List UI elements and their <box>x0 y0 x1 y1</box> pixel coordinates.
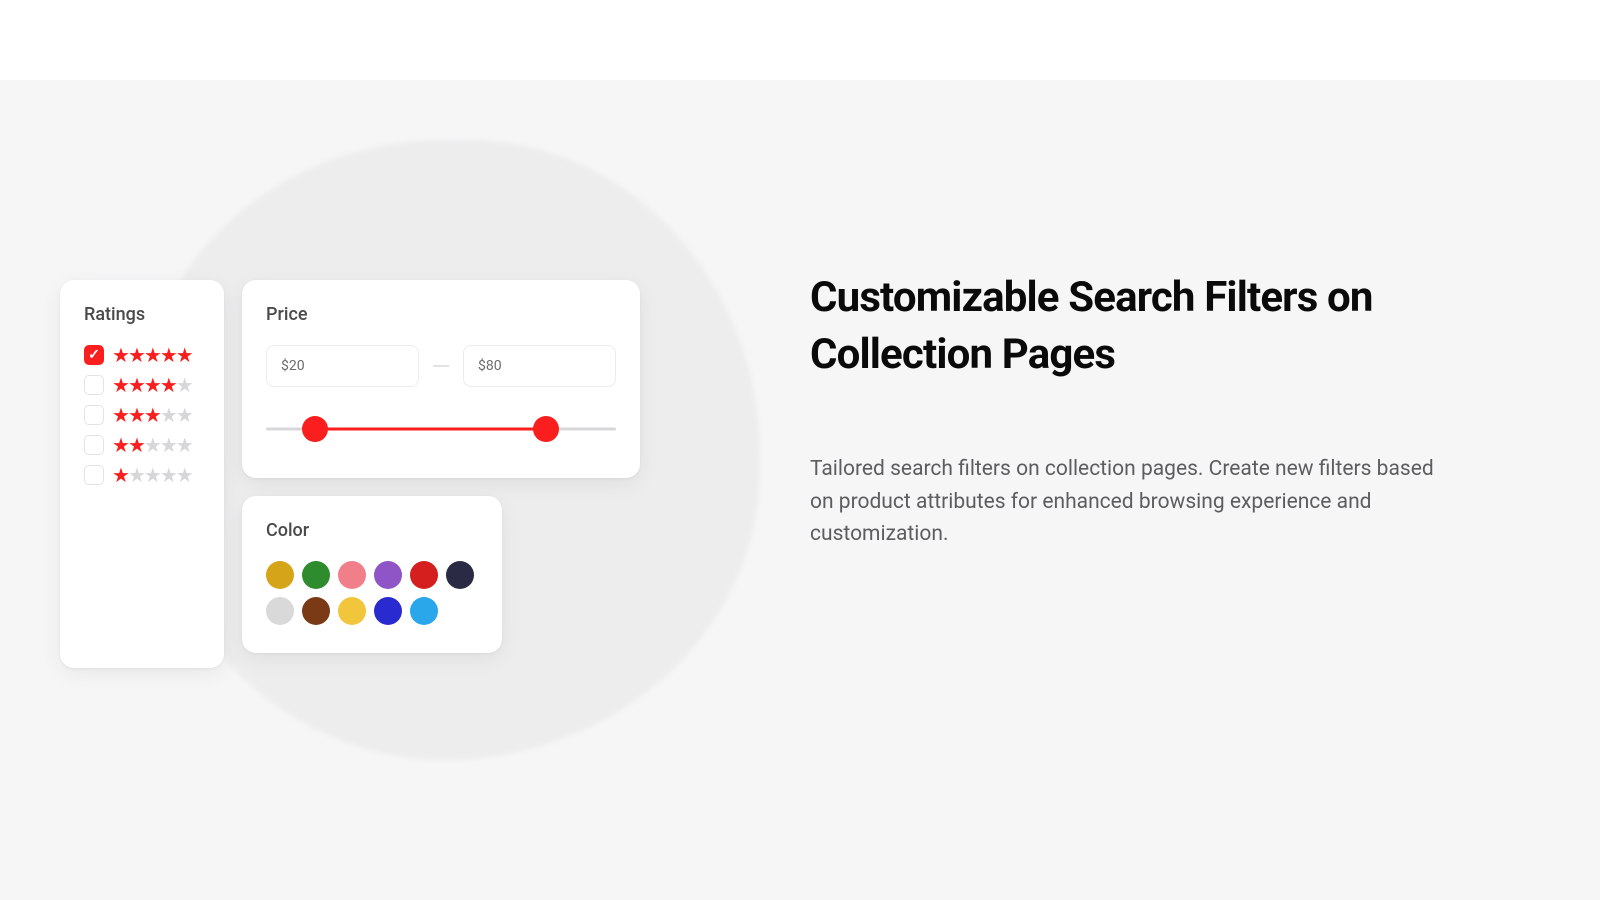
rating-checkbox[interactable] <box>84 405 104 425</box>
price-inputs: $20 $80 <box>266 345 616 387</box>
color-swatch[interactable] <box>338 597 366 625</box>
rating-row-5-star[interactable]: ★★★★★ <box>84 345 200 365</box>
rating-stars: ★★★★★ <box>112 345 192 365</box>
rating-stars: ★★★★★ <box>112 375 192 395</box>
price-max-input[interactable]: $80 <box>463 345 616 387</box>
star-icon: ★ <box>176 405 194 425</box>
rating-row-1-star[interactable]: ★★★★★ <box>84 465 200 485</box>
rating-checkbox[interactable] <box>84 465 104 485</box>
rating-row-3-star[interactable]: ★★★★★ <box>84 405 200 425</box>
rating-stars: ★★★★★ <box>112 435 192 455</box>
star-icon: ★ <box>176 465 194 485</box>
color-swatch[interactable] <box>374 561 402 589</box>
color-swatch[interactable] <box>302 561 330 589</box>
color-swatch[interactable] <box>374 597 402 625</box>
color-swatch[interactable] <box>446 561 474 589</box>
slider-fill <box>315 428 546 431</box>
color-filter-card: Color <box>242 496 502 653</box>
color-swatch[interactable] <box>266 597 294 625</box>
rating-stars: ★★★★★ <box>112 405 192 425</box>
price-filter-card: Price $20 $80 <box>242 280 640 478</box>
color-swatch[interactable] <box>338 561 366 589</box>
rating-checkbox[interactable] <box>84 345 104 365</box>
rating-stars: ★★★★★ <box>112 465 192 485</box>
top-whitespace <box>0 0 1600 80</box>
price-range-dash <box>433 365 449 367</box>
price-min-input[interactable]: $20 <box>266 345 419 387</box>
color-swatch[interactable] <box>410 561 438 589</box>
color-swatch[interactable] <box>302 597 330 625</box>
star-icon: ★ <box>176 375 194 395</box>
slider-handle-min[interactable] <box>302 416 328 442</box>
rating-row-2-star[interactable]: ★★★★★ <box>84 435 200 455</box>
color-swatch[interactable] <box>410 597 438 625</box>
marketing-copy: Customizable Search Filters on Collectio… <box>810 270 1450 551</box>
color-swatch[interactable] <box>266 561 294 589</box>
star-icon: ★ <box>176 435 194 455</box>
price-slider[interactable] <box>266 417 616 441</box>
rating-checkbox[interactable] <box>84 435 104 455</box>
ratings-filter-card: Ratings ★★★★★★★★★★★★★★★★★★★★★★★★★ <box>60 280 224 668</box>
price-title: Price <box>266 304 616 325</box>
star-icon: ★ <box>176 345 194 365</box>
slider-handle-max[interactable] <box>533 416 559 442</box>
color-title: Color <box>266 520 478 541</box>
headline: Customizable Search Filters on Collectio… <box>810 270 1450 383</box>
rating-checkbox[interactable] <box>84 375 104 395</box>
ratings-title: Ratings <box>84 304 200 325</box>
color-swatches <box>266 561 476 625</box>
rating-row-4-star[interactable]: ★★★★★ <box>84 375 200 395</box>
filter-cards-group: Ratings ★★★★★★★★★★★★★★★★★★★★★★★★★ Price … <box>60 280 640 668</box>
hero-section: Ratings ★★★★★★★★★★★★★★★★★★★★★★★★★ Price … <box>0 80 1600 900</box>
body-text: Tailored search filters on collection pa… <box>810 453 1450 551</box>
